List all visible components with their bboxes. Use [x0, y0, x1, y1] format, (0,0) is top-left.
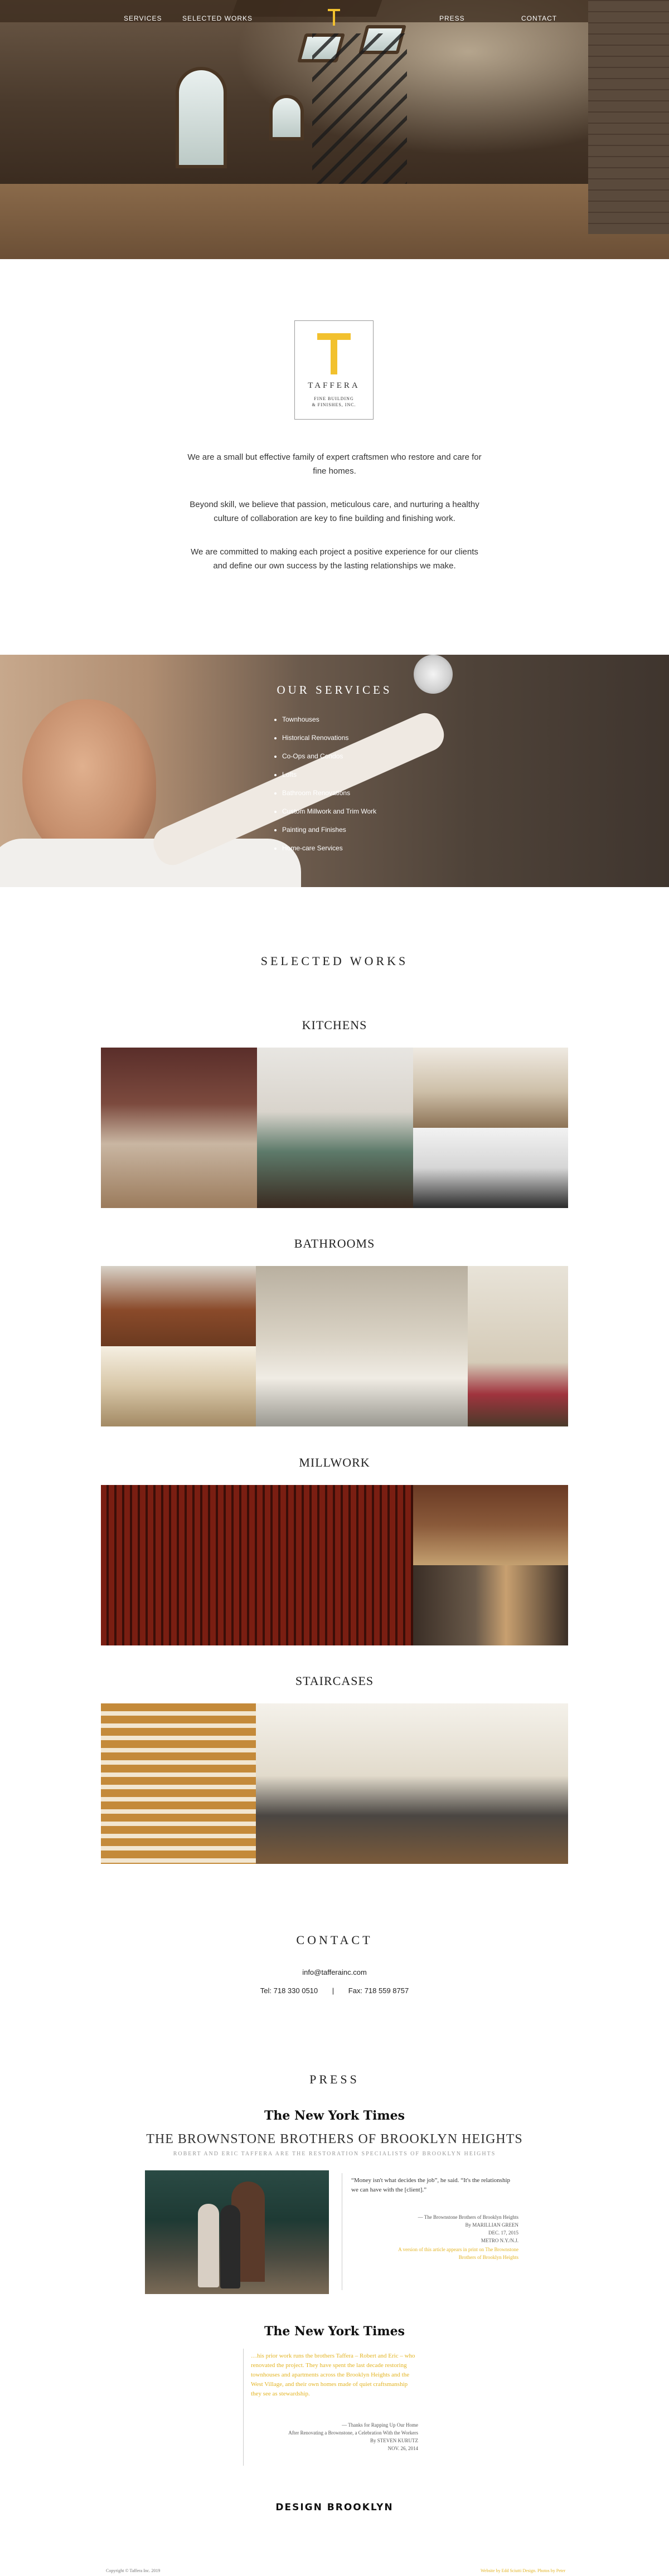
press-subhead: ROBERT AND ERIC TAFFERA ARE THE RESTORAT…: [173, 2151, 496, 2157]
nav-services[interactable]: SERVICES: [124, 14, 162, 22]
contact-separator: |: [332, 1986, 334, 1995]
services-list: Townhouses Historical Renovations Co-Ops…: [274, 710, 376, 858]
nav-press[interactable]: PRESS: [439, 14, 465, 22]
gallery-photo[interactable]: [468, 1266, 568, 1426]
category-kitchens-title: KITCHENS: [302, 1018, 367, 1032]
gallery-photo[interactable]: [101, 1485, 413, 1645]
nav-contact[interactable]: CONTACT: [521, 14, 557, 22]
stone-wall: [588, 0, 669, 234]
service-item: Co-Ops and Condos: [274, 747, 376, 766]
press-headline[interactable]: THE BROWNSTONE BROTHERS OF BROOKLYN HEIG…: [0, 2132, 669, 2147]
taffera-t-logo-icon: [317, 333, 351, 374]
gallery-millwork[interactable]: [101, 1485, 568, 1645]
gallery-photo[interactable]: [256, 1266, 468, 1426]
brand-logo: TAFFERA FINE BUILDING & FINISHES, INC.: [294, 320, 374, 420]
gallery-photo[interactable]: [101, 1346, 256, 1426]
contact-email-link[interactable]: info@tafferainc.com: [0, 1968, 669, 1976]
intro-paragraph-2: Beyond skill, we believe that passion, m…: [190, 500, 479, 523]
press-source-1-link[interactable]: A version of this article appears in pri…: [390, 2246, 518, 2261]
gallery-kitchens[interactable]: [101, 1048, 568, 1208]
category-staircases-title: STAIRCASES: [295, 1674, 374, 1688]
gallery-photo[interactable]: [101, 1266, 256, 1346]
floor: [0, 184, 669, 259]
gallery-photo[interactable]: [413, 1485, 568, 1565]
gallery-photo[interactable]: [256, 1703, 568, 1864]
press-source-1-title: — The Brownstone Brothers of Brooklyn He…: [418, 2214, 518, 2220]
category-millwork-title: MILLWORK: [299, 1455, 370, 1469]
contact-tel: Tel: 718 330 0510: [260, 1986, 318, 1995]
gallery-photo[interactable]: [413, 1048, 568, 1128]
arched-window: [176, 67, 227, 168]
gallery-bathrooms[interactable]: [101, 1266, 568, 1426]
intro-paragraph-3: We are committed to making each project …: [191, 547, 478, 571]
contact-phone-row: Tel: 718 330 0510 | Fax: 718 559 8757: [0, 1986, 669, 1995]
arched-window: [269, 95, 304, 140]
gallery-photo[interactable]: [257, 1048, 413, 1208]
contact-fax: Fax: 718 559 8757: [348, 1986, 409, 1995]
press-divider: [243, 2349, 244, 2466]
press-quote-1: “Money isn't what decides the job”, he s…: [351, 2177, 511, 2193]
intro-paragraph-1: We are a small but effective family of e…: [187, 452, 482, 476]
gallery-photo[interactable]: [413, 1128, 568, 1208]
brand-tagline-2: & FINISHES, INC.: [312, 402, 356, 407]
press-source-2-desc: After Renovating a Brownstone, a Celebra…: [288, 2430, 418, 2436]
press-source-2-date: NOV. 26, 2014: [387, 2446, 418, 2451]
service-item: Lofts: [274, 766, 376, 784]
service-item: Bathroom Renovations: [274, 784, 376, 802]
nyt-logo: The New York Times: [264, 2108, 405, 2123]
selected-works-title: SELECTED WORKS: [260, 954, 409, 968]
press-source-1-author: By MARILLIAN GREEN: [465, 2222, 519, 2228]
service-item: Townhouses: [274, 710, 376, 729]
service-item: Historical Renovations: [274, 729, 376, 747]
services-title: OUR SERVICES: [277, 683, 392, 697]
press-source-1-date: DEC. 17, 2015: [488, 2230, 518, 2236]
service-item: Home-care Services: [274, 839, 376, 858]
nav-selected-works[interactable]: SELECTED WORKS: [182, 14, 253, 22]
footer-credit-link[interactable]: Website by Edd Sciutti Design. Photos by…: [481, 2568, 565, 2573]
gallery-photo[interactable]: [413, 1565, 568, 1645]
brand-tagline-1: FINE BUILDING: [314, 396, 354, 401]
brand-name: TAFFERA: [308, 381, 360, 390]
service-item: Painting and Finishes: [274, 821, 376, 839]
design-brooklyn-logo[interactable]: DESIGN BROOKLYN: [0, 2502, 669, 2513]
gallery-staircases[interactable]: [101, 1703, 568, 1864]
footer-copyright: Copyright © Taffera Inc. 2019: [106, 2568, 161, 2573]
taffera-t-logo-icon[interactable]: [328, 9, 340, 26]
service-item: Custom Millwork and Trim Work: [274, 802, 376, 821]
press-photo-brothers: [145, 2170, 329, 2294]
nyt-logo: The New York Times: [264, 2324, 405, 2339]
gallery-photo[interactable]: [101, 1048, 257, 1208]
press-source-1-section: METRO N.Y./N.J.: [481, 2238, 518, 2243]
hero-image: [0, 0, 669, 259]
press-source-2-author: By STEVEN KURUTZ: [370, 2438, 418, 2443]
press-title: PRESS: [309, 2072, 360, 2086]
press-source-2-title: — Thanks for Rapping Up Our Home: [342, 2422, 418, 2428]
press-quote-2: …his prior work runs the brothers Taffer…: [251, 2353, 415, 2397]
category-bathrooms-title: BATHROOMS: [294, 1236, 375, 1250]
gallery-photo[interactable]: [101, 1703, 256, 1864]
contact-title: CONTACT: [296, 1933, 373, 1947]
